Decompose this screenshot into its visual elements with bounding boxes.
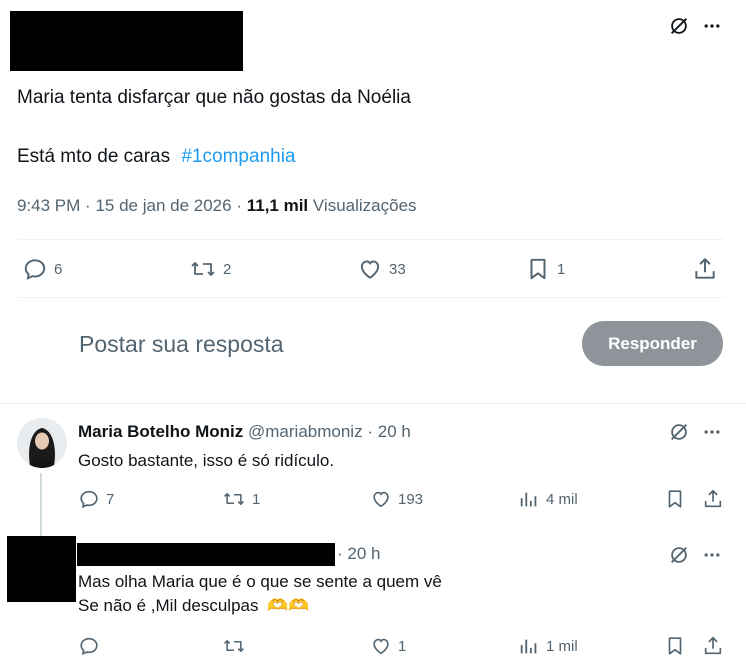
grok-icon[interactable]: [667, 420, 691, 444]
reply2-text-line1: Mas olha Maria que é o que se sente a qu…: [78, 572, 442, 591]
share-icon[interactable]: [702, 635, 724, 657]
more-icon[interactable]: [700, 420, 724, 444]
like-icon: [357, 256, 383, 282]
retweet-action[interactable]: 2: [189, 256, 231, 282]
retweet-count: 2: [223, 260, 232, 278]
tweet-text-line2-prefix: Está mto de caras: [17, 146, 171, 167]
views-icon: [518, 488, 540, 510]
bookmark-icon[interactable]: [664, 635, 686, 657]
header-sep: ·: [367, 422, 373, 441]
like-count: 1: [398, 637, 407, 655]
tweet-time[interactable]: 9:43 PM: [17, 196, 80, 215]
share-icon[interactable]: [702, 488, 724, 510]
views-count: 1 mil: [546, 637, 578, 655]
reply-count: 7: [106, 490, 115, 508]
like-action[interactable]: 33: [357, 256, 406, 282]
retweet-action[interactable]: [222, 635, 246, 657]
tweet-meta: 9:43 PM · 15 de jan de 2026 · 11,1 mil V…: [17, 196, 417, 216]
like-icon: [370, 488, 392, 510]
heart-hands-emoji: 🫶🫶: [267, 596, 310, 615]
reply2-text-line2-body: Se não é ,Mil desculpas: [78, 596, 259, 615]
reply-composer-input[interactable]: Postar sua resposta: [79, 330, 284, 358]
reply2-header-time: · 20 h: [337, 544, 381, 564]
reply1-header: Maria Botelho Moniz @mariabmoniz · 20 h: [78, 422, 411, 442]
hashtag-link[interactable]: #1companhia: [181, 146, 295, 167]
views-label: Visualizações: [312, 196, 417, 215]
like-action[interactable]: 1: [370, 635, 406, 657]
like-action[interactable]: 193: [370, 488, 423, 510]
tweet-text-line2: Está mto de caras #1companhia: [17, 145, 296, 169]
reply-count: 6: [54, 260, 63, 278]
reply-icon: [78, 488, 100, 510]
tweet-text-line1: Maria tenta disfarçar que não gostas da …: [17, 87, 411, 108]
redacted-author-header: [10, 11, 243, 71]
bookmark-count: 1: [557, 260, 566, 278]
header-sep: ·: [337, 544, 343, 563]
retweet-count: 1: [252, 490, 261, 508]
divider: [17, 297, 724, 298]
divider: [17, 239, 724, 240]
retweet-icon: [222, 488, 246, 510]
reply-submit-button[interactable]: Responder: [582, 321, 723, 366]
retweet-action[interactable]: 1: [222, 488, 260, 510]
section-divider: [0, 403, 746, 404]
bookmark-icon: [525, 256, 551, 282]
views-icon: [518, 635, 540, 657]
grok-icon[interactable]: [667, 543, 691, 567]
views-action[interactable]: 4 mil: [518, 488, 578, 510]
thread-line: [40, 473, 42, 537]
reply1-text: Gosto bastante, isso é só ridículo.: [78, 451, 335, 470]
post-time[interactable]: 20 h: [378, 422, 411, 441]
share-icon[interactable]: [692, 256, 718, 282]
like-count: 33: [389, 260, 406, 278]
more-icon[interactable]: [700, 543, 724, 567]
views-count: 11,1 mil: [246, 196, 309, 215]
views-action[interactable]: 1 mil: [518, 635, 578, 657]
retweet-icon: [222, 635, 246, 657]
like-icon: [370, 635, 392, 657]
views-count: 4 mil: [546, 490, 578, 508]
more-icon[interactable]: [700, 14, 724, 38]
post-time[interactable]: 20 h: [347, 544, 380, 563]
grok-icon[interactable]: [667, 14, 691, 38]
bookmark-icon[interactable]: [664, 488, 686, 510]
author-handle[interactable]: @mariabmoniz: [248, 422, 363, 441]
reply-icon: [78, 635, 100, 657]
redacted-avatar: [7, 536, 76, 602]
retweet-icon: [189, 256, 217, 282]
redacted-author-name: [77, 543, 335, 566]
like-count: 193: [398, 490, 424, 508]
meta-sep: ·: [85, 196, 91, 215]
author-name[interactable]: Maria Botelho Moniz: [78, 422, 243, 441]
meta-sep: ·: [236, 196, 242, 215]
reply-action[interactable]: 6: [22, 256, 62, 282]
bookmark-action[interactable]: 1: [525, 256, 565, 282]
reply-icon: [22, 256, 48, 282]
reply-action[interactable]: 7: [78, 488, 114, 510]
reply2-text-line2: Se não é ,Mil desculpas 🫶🫶: [78, 595, 310, 617]
reply-action[interactable]: [78, 635, 100, 657]
tweet-date[interactable]: 15 de jan de 2026: [95, 196, 231, 215]
avatar[interactable]: [17, 418, 67, 468]
